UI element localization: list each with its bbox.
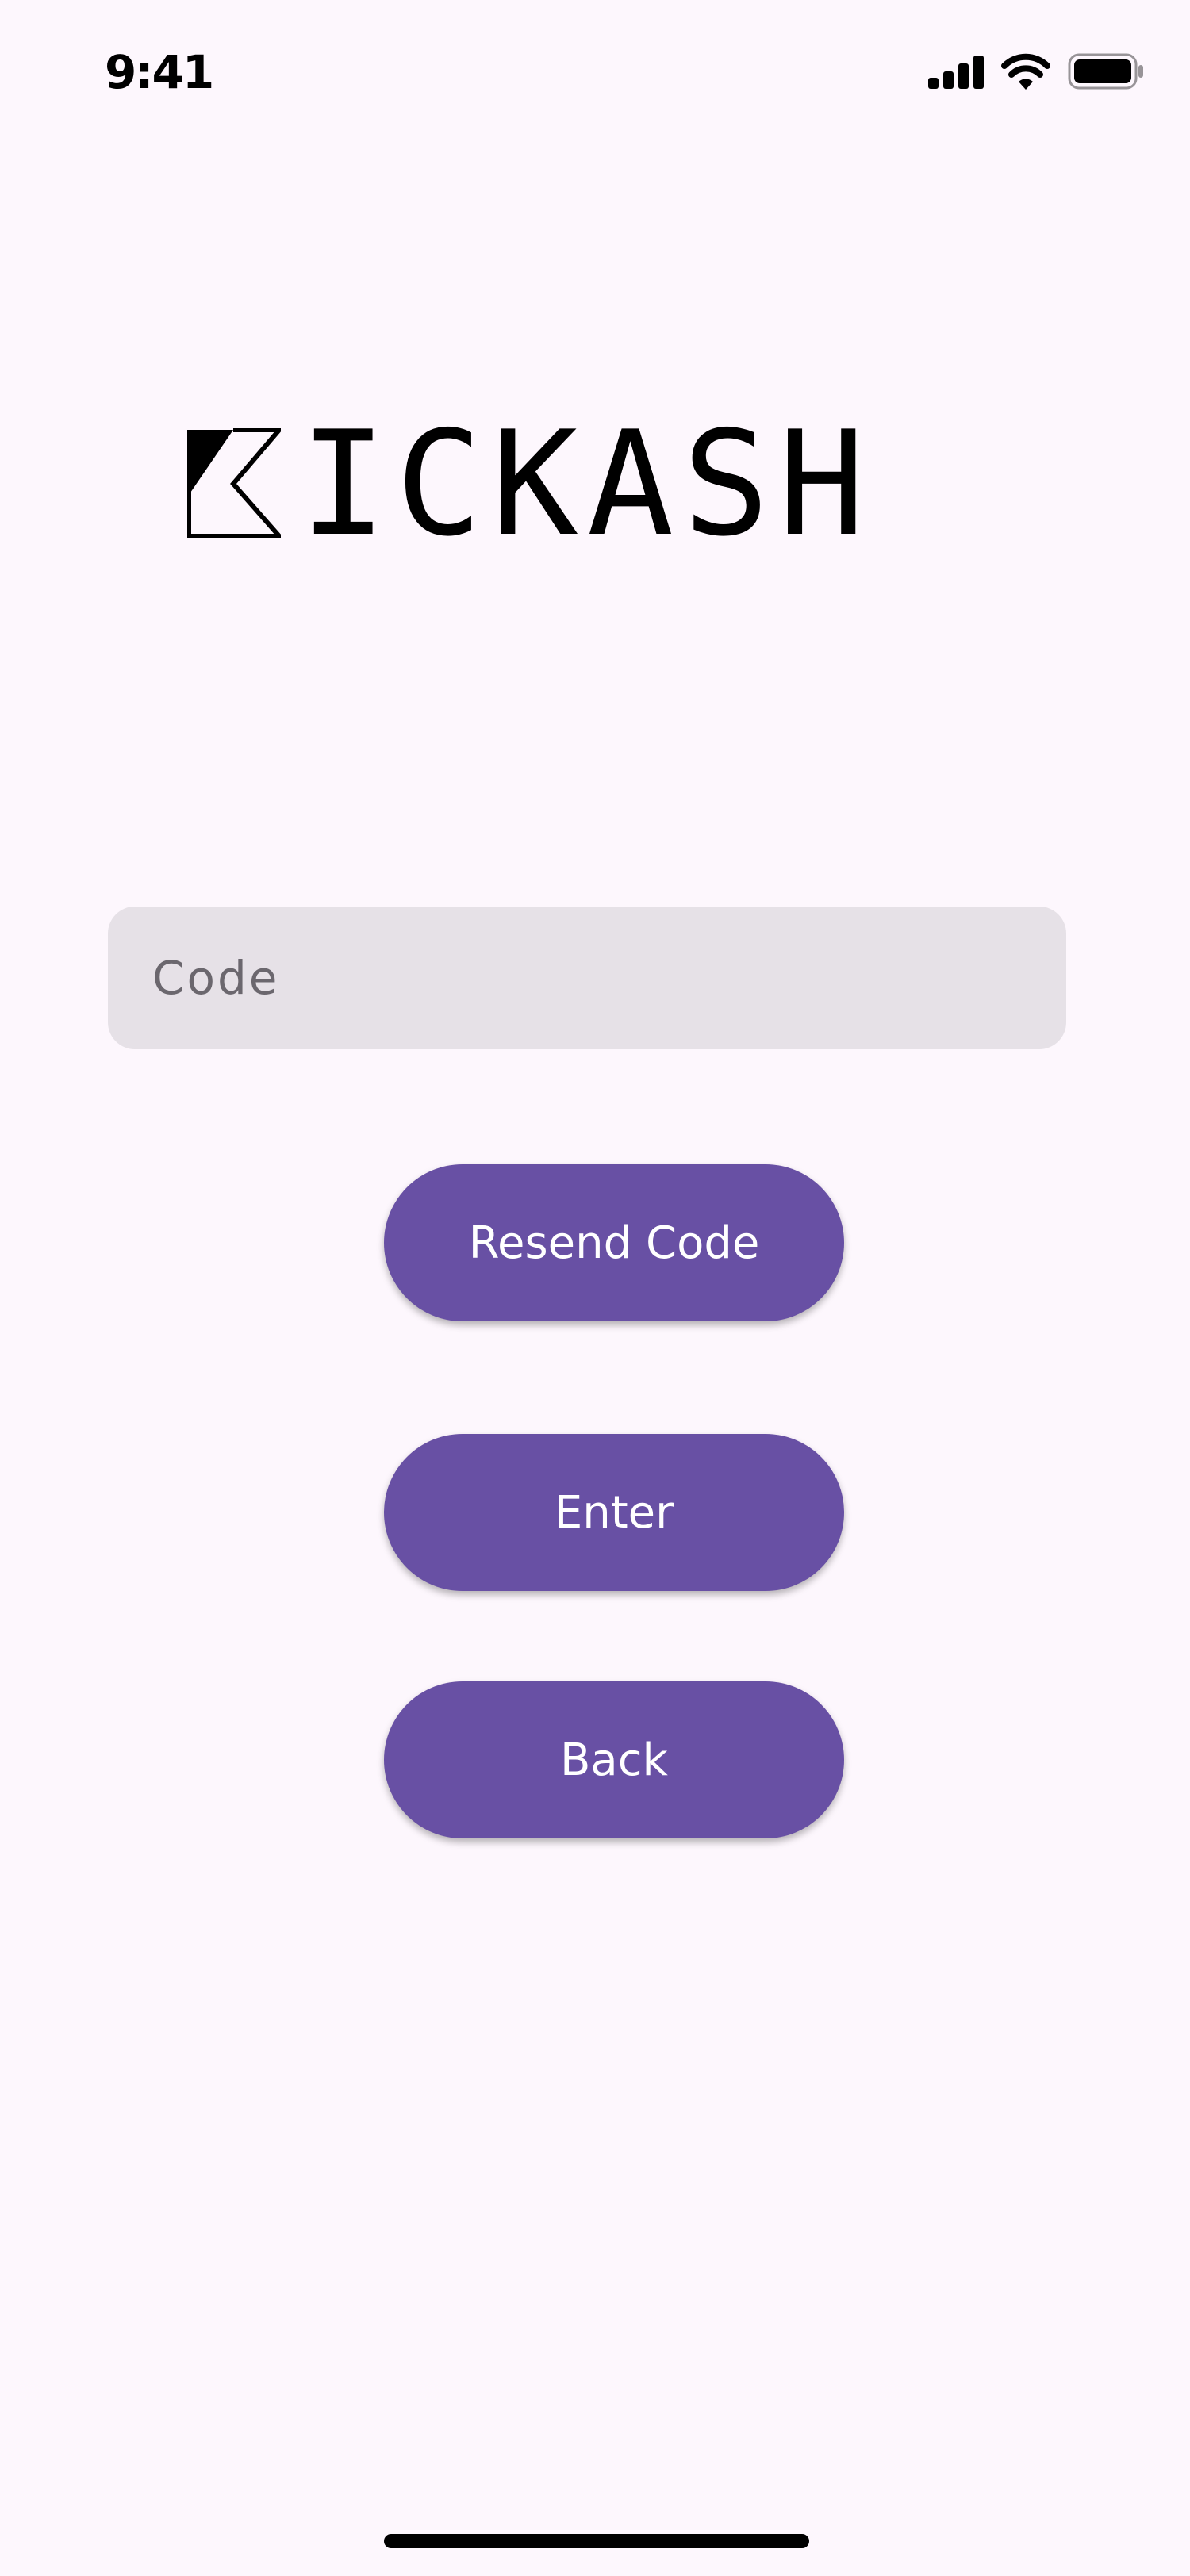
- logo-text: ICKASH: [300, 400, 874, 568]
- status-icons: [928, 49, 1144, 97]
- resend-code-button[interactable]: Resend Code: [384, 1164, 844, 1321]
- enter-button[interactable]: Enter: [384, 1434, 844, 1591]
- home-indicator[interactable]: [384, 2534, 809, 2548]
- code-field[interactable]: [108, 907, 1066, 1049]
- wifi-icon: [1001, 53, 1050, 94]
- code-input[interactable]: [108, 907, 1066, 1049]
- back-button[interactable]: Back: [384, 1681, 844, 1838]
- cellular-signal-icon: [928, 54, 984, 93]
- status-bar: 9:41: [0, 0, 1190, 143]
- battery-icon: [1068, 53, 1144, 94]
- kickash-logo: ICKASH: [187, 400, 981, 568]
- status-time: 9:41: [105, 45, 214, 99]
